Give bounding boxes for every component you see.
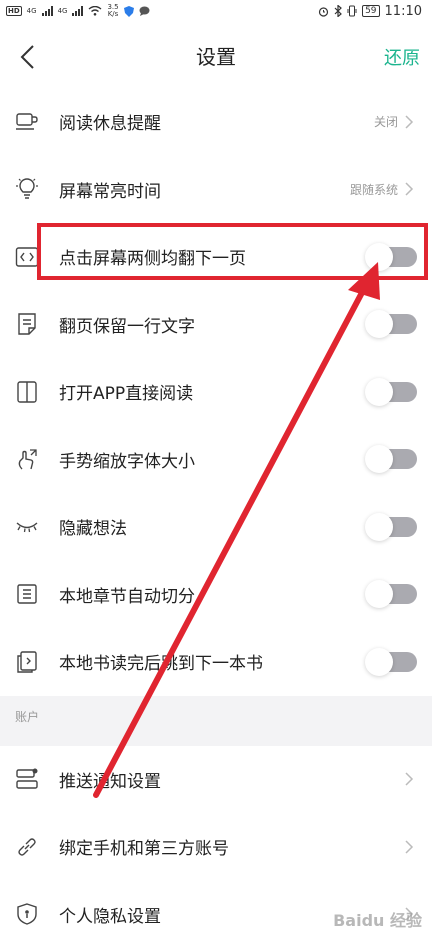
setting-label: 隐藏想法 [59,519,127,540]
toggle-switch[interactable] [365,580,417,609]
signal-icon [41,6,53,16]
gesture-icon [15,447,39,471]
setting-label: 绑定手机和第三方账号 [59,839,229,860]
setting-screen-on-time[interactable]: 屏幕常亮时间 跟随系统 [0,156,432,224]
push-icon [15,767,39,791]
clock: 11:10 [384,3,422,19]
signal-icon-2 [72,6,84,16]
restore-button[interactable]: 还原 [384,44,420,70]
chevron-right-icon [405,182,414,196]
toggle-switch[interactable] [365,310,417,339]
network-type-b: 4G [57,7,68,15]
toggle-switch[interactable] [365,445,417,474]
setting-gesture-zoom: 手势缩放字体大小 [0,426,432,494]
net-speed-unit: K/s [107,10,119,18]
setting-label: 本地章节自动切分 [59,586,195,607]
header: 设置 还原 [0,22,432,88]
toggle-switch[interactable] [365,512,417,541]
toggle-switch[interactable] [365,377,417,406]
back-arrow-icon[interactable] [18,44,40,70]
cup-icon [15,110,39,134]
setting-label: 推送通知设置 [59,771,161,792]
net-speed: 3.5 K/s [107,4,118,18]
link-icon [15,835,39,859]
status-bar: HD 4G 4G 3.5 K/s 59 11:10 [0,0,432,22]
setting-next-local-book: 本地书读完后跳到下一本书 [0,628,432,696]
setting-bind-accounts[interactable]: 绑定手机和第三方账号 [0,813,432,881]
note-icon [15,312,39,336]
setting-open-app-read: 打开APP直接阅读 [0,358,432,426]
setting-label: 本地书读完后跳到下一本书 [59,654,263,675]
section-header-account: 账户 [0,695,432,746]
bluetooth-icon [334,5,342,17]
setting-value: 关闭 [373,115,398,130]
setting-value: 跟随系统 [349,182,398,197]
chevron-right-icon [405,840,414,854]
page-title: 设置 [196,44,236,69]
network-type-a: 4G [26,7,37,15]
wifi-icon [89,6,102,16]
setting-auto-split-chapters: 本地章节自动切分 [0,561,432,629]
setting-label: 屏幕常亮时间 [59,181,161,202]
eye-closed-icon [15,515,39,539]
setting-keep-one-line: 翻页保留一行文字 [0,291,432,359]
list-icon [15,582,39,606]
alarm-icon [318,6,329,17]
setting-label: 阅读休息提醒 [59,114,161,135]
setting-reading-rest-reminder[interactable]: 阅读休息提醒 关闭 [0,88,432,156]
setting-label: 翻页保留一行文字 [59,316,195,337]
toggle-switch[interactable] [365,647,417,676]
setting-label: 手势缩放字体大小 [59,451,195,472]
hd-badge: HD [6,6,22,16]
shield-icon [15,902,39,926]
battery-indicator: 59 [362,5,380,17]
setting-push-notifications[interactable]: 推送通知设置 [0,746,432,814]
code-icon [15,245,39,269]
book-icon [15,380,39,404]
next-book-icon [15,650,39,674]
bulb-icon [15,177,39,201]
settings-list: 阅读休息提醒 关闭 屏幕常亮时间 跟随系统 点击屏幕两侧均翻下一页 翻页保留一行… [0,88,432,696]
setting-hide-thoughts: 隐藏想法 [0,493,432,561]
chat-app-icon [139,6,150,16]
chevron-right-icon [405,772,414,786]
annotation-highlight-box [37,223,428,280]
vibrate-icon [347,5,357,17]
shield-app-icon [123,5,134,17]
setting-label: 打开APP直接阅读 [59,384,194,405]
watermark: Baidu 经验 [333,911,422,930]
chevron-right-icon [405,115,414,129]
